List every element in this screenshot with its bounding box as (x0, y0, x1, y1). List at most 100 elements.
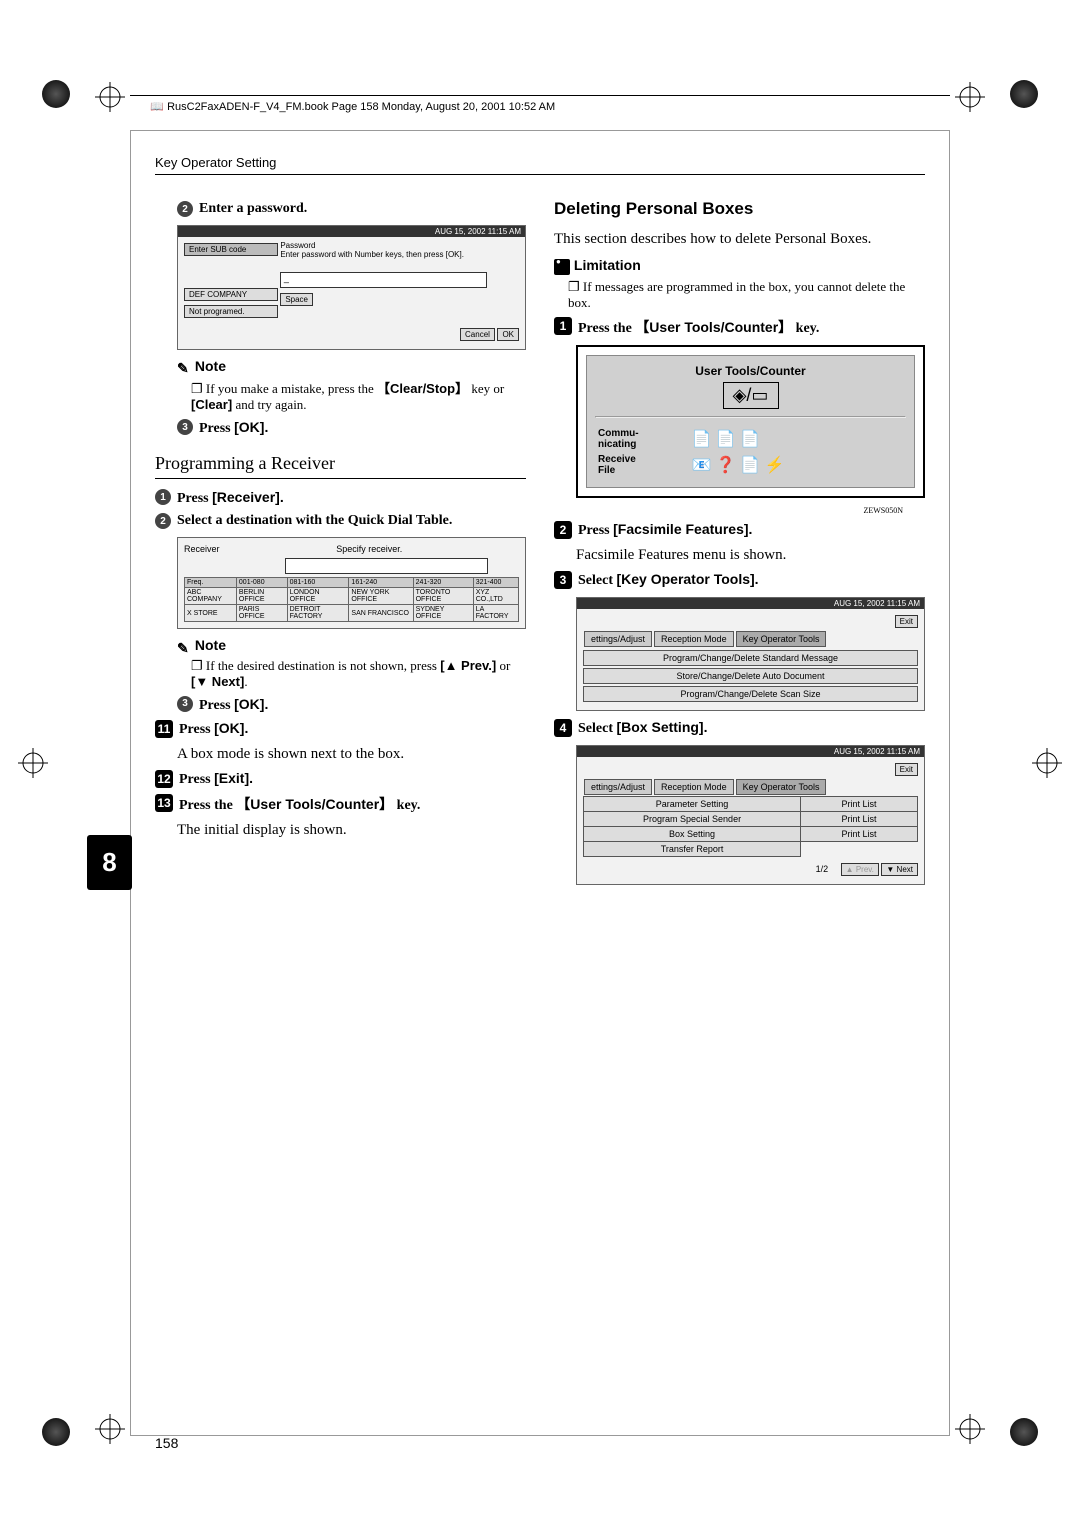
ok-label: [OK]. (234, 696, 268, 712)
step-marker-1: 1 (155, 489, 171, 505)
scr-ok-button: OK (497, 328, 519, 341)
book-icon: 📖 (150, 100, 164, 113)
device-row-label: Receive File (597, 453, 689, 477)
scr-menu-row: Program/Change/Delete Standard Message (583, 650, 918, 666)
step-text: Press the (179, 798, 236, 813)
device-title: User Tools/Counter (595, 364, 906, 378)
scr-menu-row: Parameter Setting (584, 796, 801, 811)
step-marker-12: 12 (155, 770, 173, 788)
header-rule (130, 95, 950, 96)
step-text: Press (199, 421, 234, 436)
reg-dot (1010, 80, 1038, 108)
quickdial-table: Freq.001-080081-160161-240241-320321-400… (184, 577, 519, 622)
scr-menu-row: Program Special Sender (584, 811, 801, 826)
scr-menu-row: Transfer Report (584, 841, 801, 856)
table-row: X STOREPARIS OFFICEDETROIT FACTORYSAN FR… (185, 605, 519, 622)
scr-receiver-input (285, 558, 488, 574)
scr-tab: Key Operator Tools (736, 631, 827, 647)
scr-receiver-label: Receiver (184, 544, 220, 554)
scr-tab: Reception Mode (654, 631, 734, 647)
crosshair-icon (95, 1414, 125, 1444)
device-illustration: User Tools/Counter ◈/▭ Commu- nicating📄 … (576, 345, 925, 498)
scr-tab: ettings/Adjust (584, 631, 652, 647)
scr-password-input: _ (280, 272, 487, 288)
body-text: The initial display is shown. (177, 820, 526, 840)
scr-menu-row: Program/Change/Delete Scan Size (583, 686, 918, 702)
scr-exit-button: Exit (895, 615, 918, 628)
pencil-icon: ✎ (177, 360, 191, 374)
limitation-body: ❐ If messages are programmed in the box,… (568, 279, 925, 311)
scr-print-button: Print List (801, 826, 918, 841)
header-path: 📖 RusC2FaxADEN-F_V4_FM.book Page 158 Mon… (150, 100, 555, 113)
exit-label: [Exit]. (214, 770, 253, 786)
reg-dot (1010, 1418, 1038, 1446)
step-marker-2: 2 (177, 201, 193, 217)
reg-dot (42, 80, 70, 108)
sub-heading: Programming a Receiver (155, 453, 526, 479)
step-text: Enter a password. (199, 201, 307, 217)
scr-password-label: Password (280, 241, 508, 250)
crosshair-icon (18, 748, 48, 778)
body-text: Facsimile Features menu is shown. (576, 545, 925, 565)
limitation-label: Limitation (574, 257, 641, 273)
page-number: 158 (155, 1435, 178, 1451)
receiver-label: [Receiver]. (212, 489, 284, 505)
note-body: ❐ If you make a mistake, press the 【Clea… (191, 378, 526, 413)
step-marker-1: 1 (554, 317, 572, 335)
scr-space-button: Space (280, 293, 313, 306)
scr-company: DEF COMPANY (184, 288, 278, 301)
scr-print-button: Print List (801, 811, 918, 826)
crosshair-icon (955, 82, 985, 112)
step-text: Press (179, 772, 214, 787)
scr-menu-row: Store/Change/Delete Auto Document (583, 668, 918, 684)
crosshair-icon (1032, 748, 1062, 778)
screenshot-timestamp: AUG 15, 2002 11:15 AM (577, 598, 924, 609)
pencil-icon: ✎ (177, 640, 191, 654)
step-text: Select a destination with the Quick Dial… (177, 513, 452, 529)
scr-sidebar-label: Enter SUB code (184, 243, 278, 256)
screenshot-quickdial: Receiver Specify receiver. Freq.001-08008… (177, 537, 526, 629)
scr-cancel-button: Cancel (460, 328, 495, 341)
step-marker-3: 3 (177, 696, 193, 712)
step-marker-2: 2 (155, 513, 171, 529)
content: 8 Key Operator Setting 2Enter a password… (155, 155, 925, 1416)
note-body: ❐ If the desired destination is not show… (191, 658, 526, 690)
step-text: Press (199, 698, 234, 713)
box-setting-label: [Box Setting]. (616, 719, 707, 735)
fax-features-label: [Facsimile Features]. (613, 521, 752, 537)
step-text: Select (578, 721, 616, 736)
step-marker-13: 13 (155, 794, 173, 812)
tools-counter-icon: ◈/▭ (723, 382, 779, 409)
device-row-label: Commu- nicating (597, 427, 689, 451)
ok-label: [OK]. (214, 720, 248, 736)
chapter-tab: 8 (87, 835, 132, 890)
running-head: Key Operator Setting (155, 155, 925, 175)
scr-tab: Key Operator Tools (736, 779, 827, 795)
section-heading: Deleting Personal Boxes (554, 199, 925, 219)
left-column: 2 Enter a password. AUG 15, 2002 11:15 AM… (155, 195, 526, 893)
crosshair-icon (95, 82, 125, 112)
note-label: Note (195, 358, 226, 374)
right-column: Deleting Personal Boxes This section des… (554, 195, 925, 893)
limitation-icon (554, 259, 570, 275)
scr-not-programmed: Not programed. (184, 305, 278, 318)
scr-menu-row: Box Setting (584, 826, 801, 841)
body-text: A box mode is shown next to the box. (177, 744, 526, 764)
step-text: Press (578, 523, 613, 538)
step-marker-3: 3 (177, 419, 193, 435)
scr-tab: Reception Mode (654, 779, 734, 795)
screenshot-password: AUG 15, 2002 11:15 AM Enter SUB code DEF… (177, 225, 526, 350)
scr-prev-button: ▲ Prev. (841, 863, 879, 876)
step-marker-2: 2 (554, 521, 572, 539)
step-marker-3: 3 (554, 571, 572, 589)
scr-exit-button: Exit (895, 763, 918, 776)
page: 📖 RusC2FaxADEN-F_V4_FM.book Page 158 Mon… (0, 0, 1080, 1526)
scr-specify-label: Specify receiver. (336, 544, 402, 554)
ok-label: [OK]. (234, 419, 268, 435)
scr-print-button: Print List (801, 796, 918, 811)
step-text: Press (177, 491, 212, 506)
table-row: ABC COMPANYBERLIN OFFICELONDON OFFICENEW… (185, 588, 519, 605)
step-text: Press (179, 722, 214, 737)
screenshot-box-setting: AUG 15, 2002 11:15 AM Exit ettings/Adjus… (576, 745, 925, 885)
step-marker-11: 11 (155, 720, 173, 738)
